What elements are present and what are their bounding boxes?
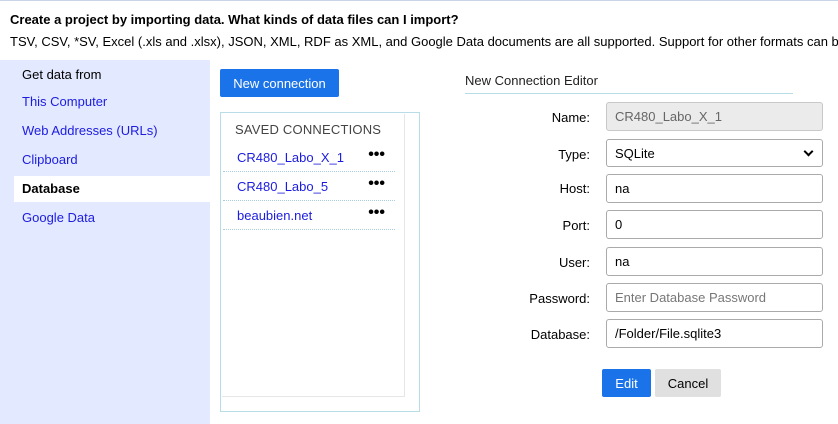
sidebar-item-web-addresses[interactable]: Web Addresses (URLs)	[14, 118, 210, 144]
host-field[interactable]	[606, 174, 823, 203]
edit-button[interactable]: Edit	[602, 369, 651, 397]
name-field[interactable]	[606, 102, 823, 131]
database-field[interactable]	[606, 319, 823, 348]
import-answer: TSV, CSV, *SV, Excel (.xls and .xlsx), J…	[10, 34, 838, 49]
sidebar-item-google-data[interactable]: Google Data	[14, 205, 210, 231]
editor-divider	[465, 93, 793, 94]
connection-name[interactable]: CR480_Labo_5	[237, 179, 328, 194]
database-label: Database:	[530, 327, 590, 342]
editor-title: New Connection Editor	[465, 73, 598, 88]
type-select-value: SQLite	[615, 145, 655, 161]
sidebar-item-this-computer[interactable]: This Computer	[14, 89, 210, 115]
type-label: Type:	[558, 147, 590, 162]
host-label: Host:	[559, 181, 590, 196]
port-label: Port:	[562, 218, 590, 233]
sidebar-heading: Get data from	[22, 67, 102, 82]
password-field[interactable]	[606, 283, 823, 312]
cancel-button[interactable]: Cancel	[655, 369, 721, 397]
connection-name[interactable]: CR480_Labo_X_1	[237, 150, 344, 165]
new-connection-button[interactable]: New connection	[220, 69, 339, 97]
import-question: Create a project by importing data. What…	[10, 12, 459, 27]
connection-row[interactable]: beaubien.net •••	[223, 201, 395, 230]
chevron-down-icon	[803, 146, 814, 156]
sidebar-item-clipboard[interactable]: Clipboard	[14, 147, 210, 173]
saved-connections-title: SAVED CONNECTIONS	[235, 122, 382, 137]
connection-row[interactable]: CR480_Labo_5 •••	[223, 172, 395, 201]
top-divider	[0, 0, 838, 1]
saved-connections-list[interactable]: SAVED CONNECTIONS CR480_Labo_X_1 ••• CR4…	[222, 114, 405, 397]
type-select[interactable]: SQLite	[606, 139, 823, 167]
port-field[interactable]	[606, 210, 823, 239]
more-options-icon[interactable]: •••	[368, 146, 385, 164]
saved-connections-panel: SAVED CONNECTIONS CR480_Labo_X_1 ••• CR4…	[220, 112, 420, 412]
user-field[interactable]	[606, 247, 823, 276]
connection-row[interactable]: CR480_Labo_X_1 •••	[223, 143, 395, 172]
more-options-icon[interactable]: •••	[368, 204, 385, 222]
connection-name[interactable]: beaubien.net	[237, 208, 312, 223]
name-label: Name:	[551, 110, 590, 125]
user-label: User:	[558, 255, 590, 270]
password-label: Password:	[529, 291, 590, 306]
sidebar: Get data from This Computer Web Addresse…	[0, 60, 210, 424]
more-options-icon[interactable]: •••	[368, 175, 385, 193]
sidebar-item-database[interactable]: Database	[14, 176, 210, 202]
